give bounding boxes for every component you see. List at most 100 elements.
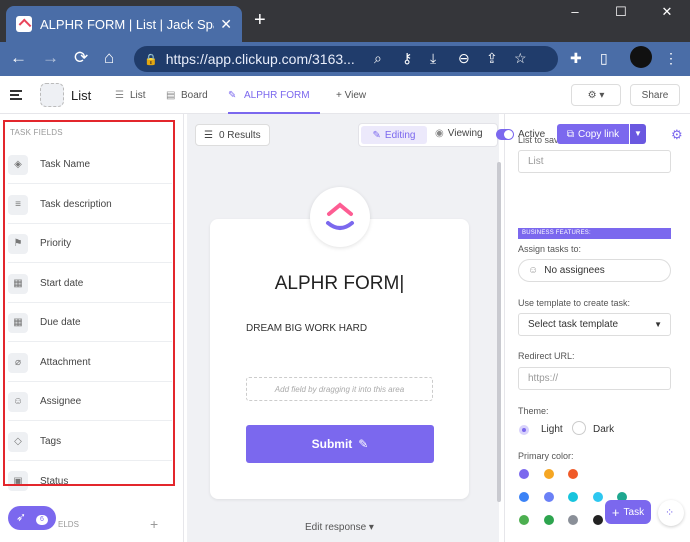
profile-avatar[interactable] [630,46,652,68]
form-description[interactable]: DREAM BIG WORK HARD [246,323,367,334]
color-swatch[interactable] [593,515,603,525]
tab-alphr-form[interactable]: ALPHR FORM [244,90,310,101]
add-task-button[interactable]: + Task [605,500,651,524]
viewing-label: Viewing [447,128,483,139]
back-arrow-icon[interactable]: ← [10,48,27,68]
field-dropzone[interactable]: Add field by dragging it into this area [246,377,433,401]
settings-gear-icon[interactable]: ⚙ [671,127,683,143]
lock-icon: 🔒 [144,53,158,66]
add-custom-field-icon[interactable]: + [150,516,158,532]
tab-board[interactable]: Board [181,90,208,101]
edit-response-toggle[interactable]: Edit response ▾ [305,522,374,533]
menu-kebab-icon[interactable]: ⋮ [664,50,678,67]
clickup-favicon-icon [16,16,32,32]
home-icon[interactable]: ⌂ [104,48,114,68]
pencil-icon: ✎ [372,129,381,141]
share-page-icon[interactable]: ⇪ [486,50,498,67]
color-swatch[interactable] [593,492,603,502]
assignee-picker[interactable]: ☺ No assignees [518,259,671,282]
color-swatch[interactable] [568,492,578,502]
address-bar[interactable]: 🔒 https://app.clickup.com/3163... ⌕ ⚷ ⤓ … [134,46,558,72]
copy-link-dropdown[interactable]: ▼ [630,124,646,144]
apps-grid-icon: ⁘ [665,507,675,519]
edit-pencil-icon[interactable]: ✎ [358,437,368,451]
results-label: 0 Results [218,129,261,141]
board-view-icon: ▤ [166,90,176,101]
active-toggle[interactable] [496,129,514,140]
clickup-app: List List ☰ ▤ Board ✎ ALPHR FORM + View … [0,76,690,542]
automation-dropdown[interactable]: ⚙ ▾ [571,84,621,106]
copy-link-label: Copy link [578,128,620,140]
results-button[interactable]: ☰ 0 Results [195,124,270,146]
close-window-button[interactable]: ✕ [644,0,690,24]
browser-tab[interactable]: ALPHR FORM | List | Jack Sparrow ✕ [6,6,242,42]
launcher-button[interactable]: ➶ [8,506,56,530]
color-swatch[interactable] [519,515,529,525]
rocket-icon: ➶ [16,510,27,524]
apps-grid-button[interactable]: ⁘ [658,500,684,526]
task-label: Task [623,506,645,518]
form-settings-panel: List to save tasks: List BUSINESS FEATUR… [504,114,690,542]
reload-icon[interactable]: ⟳ [74,48,88,68]
theme-light-label: Light [541,424,563,435]
copy-link-button[interactable]: ⧉ Copy link [557,124,629,144]
browser-titlebar: ALPHR FORM | List | Jack Sparrow ✕ + – ☐… [0,0,690,42]
business-features-banner: BUSINESS FEATURES: [518,228,671,239]
minimize-button[interactable]: – [552,0,598,24]
list-select[interactable]: List [518,150,671,173]
list-status-icon [40,83,64,107]
tab-list[interactable]: List [130,90,146,101]
assignee-value: No assignees [544,265,605,276]
form-card: ALPHR FORM| DREAM BIG WORK HARD Add fiel… [210,219,469,499]
zoom-icon[interactable]: ⊖ [458,50,470,67]
share-button[interactable]: Share [630,84,680,106]
maximize-button[interactable]: ☐ [598,0,644,24]
theme-light-radio[interactable] [519,425,529,435]
hamburger-menu-icon[interactable] [10,90,22,100]
canvas-scrollbar[interactable] [497,162,501,502]
theme-dark-radio[interactable] [572,421,586,435]
clickup-logo [310,187,370,247]
forward-arrow-icon[interactable]: → [42,48,59,68]
viewing-button[interactable]: ◉ Viewing [435,128,483,139]
new-tab-button[interactable]: + [254,9,266,32]
eye-icon: ◉ [435,128,444,139]
form-canvas: ☰ 0 Results ✎ Editing ◉ Viewing ALPHR FORM|… [187,114,501,542]
install-icon[interactable]: ⤓ [430,50,436,67]
color-swatch[interactable] [568,469,578,479]
link-icon: ⧉ [566,128,574,140]
active-label: Active [518,129,546,140]
tab-close-icon[interactable]: ✕ [220,16,232,33]
template-value: Select task template [528,319,619,330]
editing-button[interactable]: ✎ Editing [361,126,427,144]
add-view-button[interactable]: + View [336,90,366,101]
color-swatch[interactable] [519,469,529,479]
redirect-url-input[interactable]: https:// [518,367,671,390]
theme-dark-label: Dark [593,424,615,435]
bookmark-star-icon[interactable]: ☆ [514,50,527,67]
template-select[interactable]: Select task template ▼ [518,313,671,336]
redirect-label: Redirect URL: [518,351,575,361]
color-swatch[interactable] [519,492,529,502]
color-swatch[interactable] [544,515,554,525]
form-view-icon: ✎ [228,90,237,101]
sidepanel-icon[interactable]: ▯ [600,50,608,67]
form-title[interactable]: ALPHR FORM| [210,273,469,295]
submit-label: Submit [311,437,353,451]
theme-label: Theme: [518,406,549,416]
color-swatch[interactable] [568,515,578,525]
launcher-badge: 6 [36,515,48,525]
color-swatch[interactable] [544,469,554,479]
highlight-box [3,120,175,486]
tab-title: ALPHR FORM | List | Jack Sparrow [40,16,214,32]
editing-label: Editing [384,129,416,141]
template-label: Use template to create task: [518,298,631,308]
color-swatch[interactable] [544,492,554,502]
url-text: https://app.clickup.com/3163... [165,51,355,67]
key-icon[interactable]: ⚷ [402,50,412,67]
extensions-icon[interactable]: ✚ [570,50,582,67]
custom-fields-heading: ELDS [58,520,79,529]
plus-icon: + [611,504,620,520]
submit-button[interactable]: Submit ✎ [246,425,434,463]
search-icon[interactable]: ⌕ [374,50,382,67]
